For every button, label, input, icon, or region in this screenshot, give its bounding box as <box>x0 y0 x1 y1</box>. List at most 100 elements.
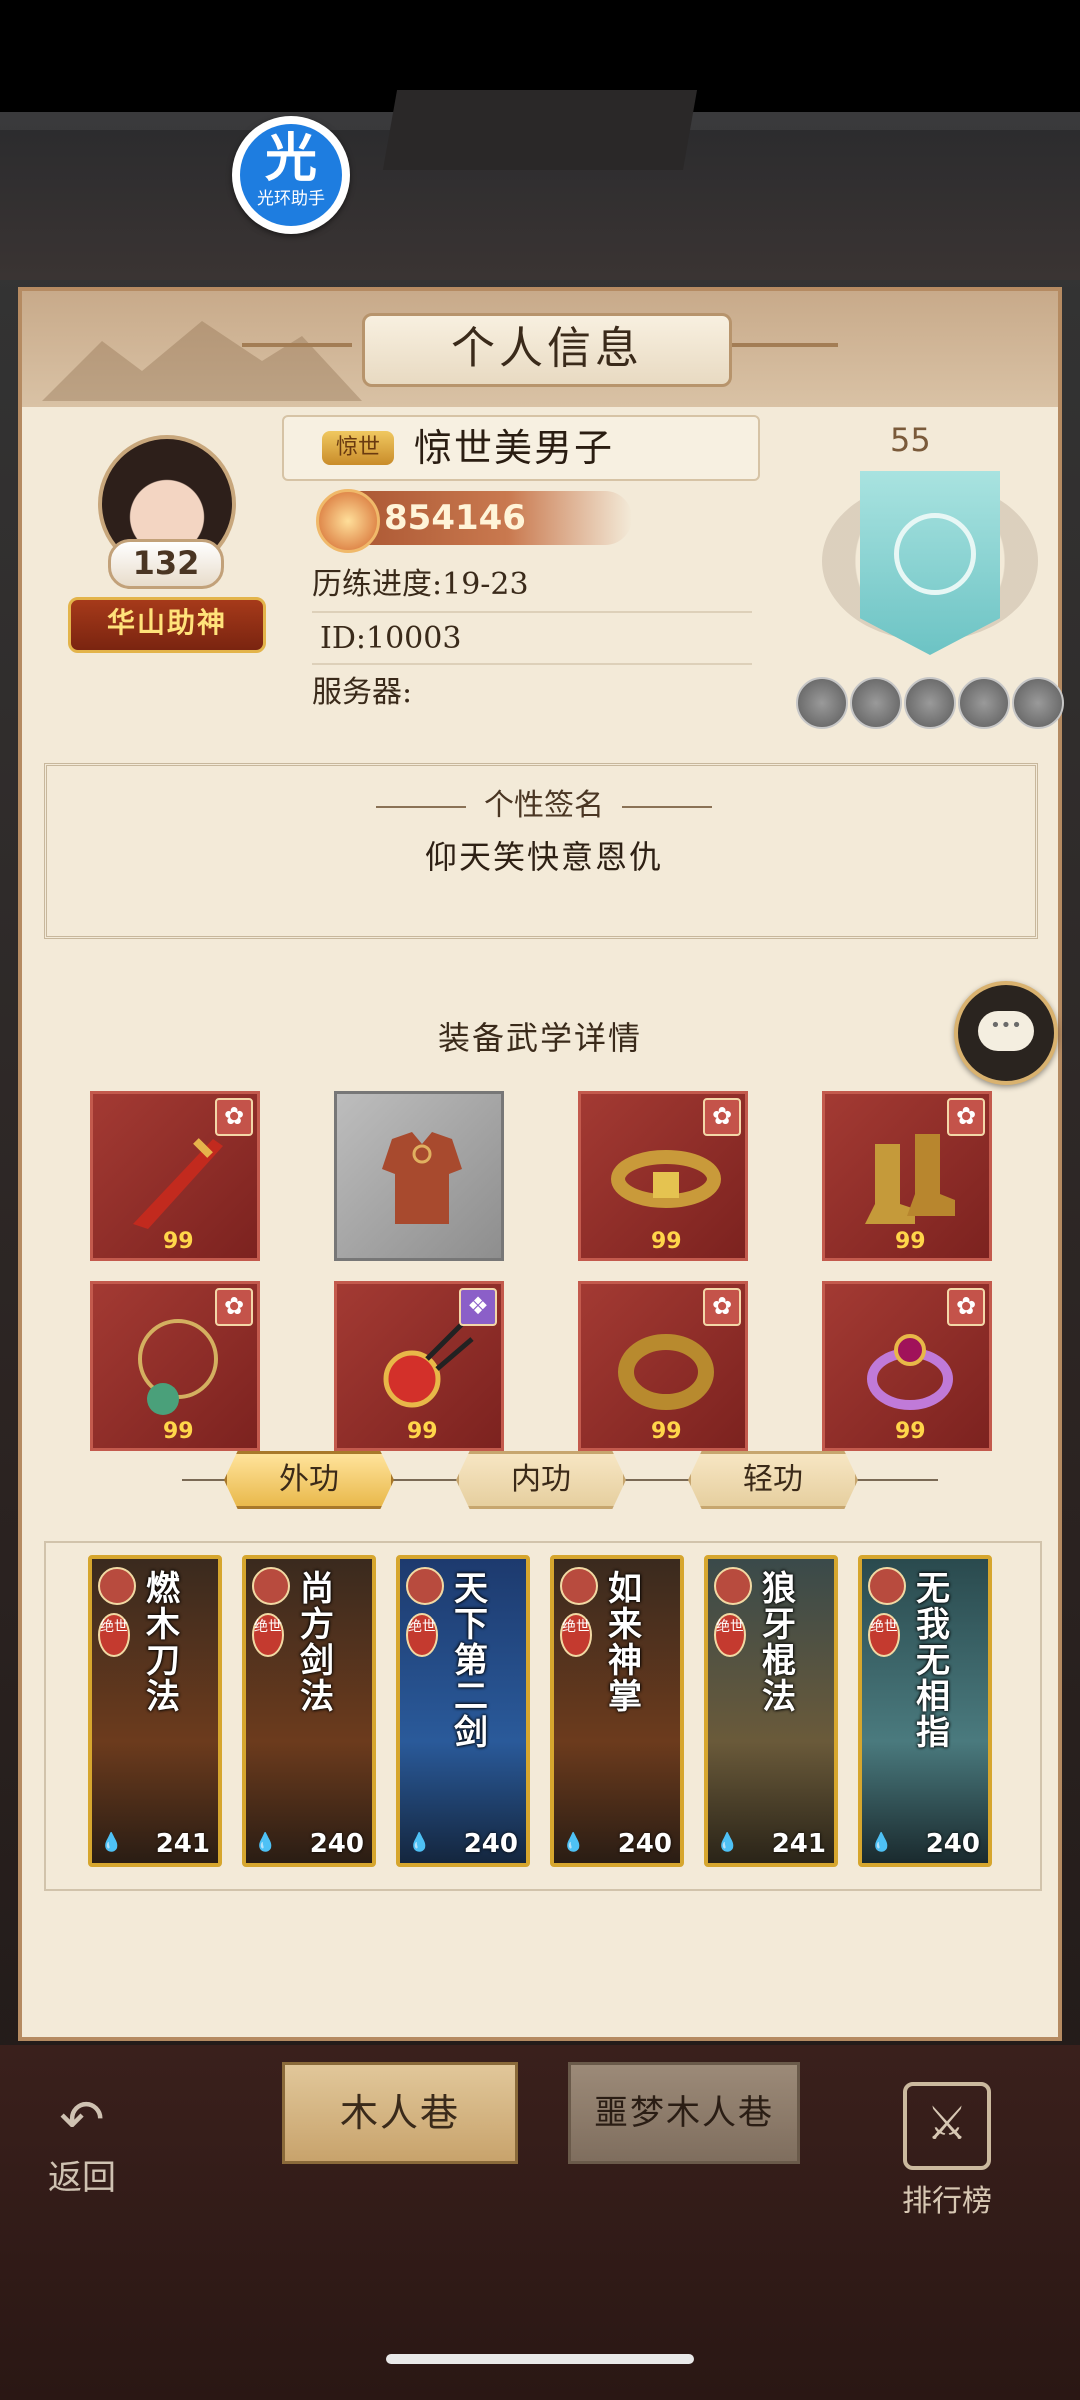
skill-water-icon: 💧 <box>408 1832 431 1853</box>
equip-level: 99 <box>163 1419 194 1444</box>
title-ornament-right <box>728 343 838 347</box>
server-text: 服务器: <box>312 675 413 710</box>
skill-level: 241 <box>771 1829 826 1859</box>
player-level: 132 <box>108 539 224 589</box>
ring-icon <box>867 1334 953 1410</box>
rank-banner: 华山助神 <box>68 597 266 653</box>
skill-grade-tag: 绝世 <box>98 1613 130 1657</box>
roof-decoration <box>0 130 1080 280</box>
skill-card[interactable]: 绝世 如来神掌 💧 240 <box>550 1555 684 1867</box>
equip-level: 99 <box>163 1229 194 1254</box>
skill-card[interactable]: 绝世 天下第二剑 💧 240 <box>396 1555 530 1867</box>
equip-level: 99 <box>651 1419 682 1444</box>
skill-type-icon <box>406 1567 444 1605</box>
tab-neigong[interactable]: 内功 <box>456 1451 626 1509</box>
skill-grade-tag: 绝世 <box>868 1613 900 1657</box>
skill-type-icon <box>868 1567 906 1605</box>
skill-level: 240 <box>309 1829 364 1859</box>
necklace-icon <box>138 1319 218 1415</box>
skill-grade-tag: 绝世 <box>252 1613 284 1657</box>
quality-star-icon: ✿ <box>703 1288 741 1326</box>
wooden-alley-button[interactable]: 木人巷 <box>282 2062 518 2164</box>
skill-title: 尚方剑法 <box>300 1569 334 1717</box>
guild-crest[interactable] <box>812 471 1048 661</box>
nightmare-wooden-alley-button[interactable]: 噩梦木人巷 <box>568 2062 800 2164</box>
equip-slot-armor[interactable] <box>334 1091 504 1261</box>
combat-power: 854146 <box>316 489 632 553</box>
skill-level: 241 <box>155 1829 210 1859</box>
quality-star-icon: ✿ <box>947 1098 985 1136</box>
skill-type-icon <box>252 1567 290 1605</box>
skill-water-icon: 💧 <box>716 1832 739 1853</box>
skill-type-icon <box>714 1567 752 1605</box>
crest-icon-4[interactable] <box>958 677 1010 729</box>
tab-waigong[interactable]: 外功 <box>224 1451 394 1509</box>
skill-grade-tag: 绝世 <box>560 1613 592 1657</box>
back-button[interactable]: ↶ 返回 <box>32 2090 132 2199</box>
skill-card[interactable]: 绝世 尚方剑法 💧 240 <box>242 1555 376 1867</box>
skill-level: 240 <box>617 1829 672 1859</box>
name-title-tag: 惊世 <box>322 431 394 465</box>
quality-star-icon: ✿ <box>215 1098 253 1136</box>
skill-title: 天下第二剑 <box>454 1569 488 1753</box>
equip-slot-hairpin[interactable]: ❖ 99 <box>334 1281 504 1451</box>
skill-title: 无我无相指 <box>916 1569 950 1753</box>
crest-icon-5[interactable] <box>1012 677 1064 729</box>
player-name-box: 惊世 惊世美男子 <box>282 415 760 481</box>
skill-title: 燃木刀法 <box>146 1569 180 1717</box>
equip-slot-ring[interactable]: ✿ 99 <box>822 1281 992 1451</box>
bracelet-icon <box>618 1334 714 1410</box>
equip-slot-weapon[interactable]: ✿ 99 <box>90 1091 260 1261</box>
skill-water-icon: 💧 <box>562 1832 585 1853</box>
tab-qinggong[interactable]: 轻功 <box>688 1451 858 1509</box>
crest-icon-1[interactable] <box>796 677 848 729</box>
player-id: ID:10003 <box>312 613 752 665</box>
crossed-swords-icon: ⚔ <box>903 2082 991 2170</box>
weapon-icon <box>133 1138 223 1229</box>
equip-level: 99 <box>651 1229 682 1254</box>
crest-icon-3[interactable] <box>904 677 956 729</box>
equip-slot-bracelet[interactable]: ✿ 99 <box>578 1281 748 1451</box>
skill-card[interactable]: 绝世 狼牙棍法 💧 241 <box>704 1555 838 1867</box>
equip-level: 99 <box>407 1419 438 1444</box>
skill-water-icon: 💧 <box>254 1832 277 1853</box>
profile-panel: 个人信息 132 华山助神 惊世 惊世美男子 854146 历练进度:19-23… <box>18 287 1064 2041</box>
signature-title: 个性签名 <box>47 780 1041 824</box>
leaderboard-button[interactable]: ⚔ 排行榜 <box>892 2082 1002 2219</box>
progress-text: 历练进度:19-23 <box>312 559 752 613</box>
leaderboard-label: 排行榜 <box>902 2184 992 2219</box>
phoenix-emblem-icon <box>894 513 976 595</box>
equip-slot-necklace[interactable]: ✿ 99 <box>90 1281 260 1451</box>
overlay-badge-glyph: 光 <box>264 129 317 189</box>
crest-icon-row <box>796 677 1064 729</box>
boots-icon <box>865 1134 955 1224</box>
skill-card[interactable]: 绝世 燃木刀法 💧 241 <box>88 1555 222 1867</box>
equip-level: 99 <box>895 1419 926 1444</box>
quality-star-icon: ✿ <box>215 1288 253 1326</box>
skill-level: 240 <box>463 1829 518 1859</box>
equip-slot-boots[interactable]: ✿ 99 <box>822 1091 992 1261</box>
skill-card[interactable]: 绝世 无我无相指 💧 240 <box>858 1555 992 1867</box>
player-name: 惊世美男子 <box>414 426 615 470</box>
overlay-assistant-badge[interactable]: 光 光环助手 <box>232 116 350 234</box>
mountain-decoration <box>42 321 362 401</box>
skill-type-icon <box>98 1567 136 1605</box>
skill-title: 狼牙棍法 <box>762 1569 796 1717</box>
skill-title: 如来神掌 <box>608 1569 642 1717</box>
panel-title: 个人信息 <box>362 313 732 387</box>
hairpin-icon <box>383 1322 474 1408</box>
crest-icon-2[interactable] <box>850 677 902 729</box>
equip-level: 99 <box>895 1229 926 1254</box>
overlay-badge-label: 光环助手 <box>257 189 325 209</box>
crest-number: 55 <box>890 421 931 459</box>
skill-level: 240 <box>925 1829 980 1859</box>
belt-icon <box>611 1150 721 1208</box>
back-label: 返回 <box>48 2158 116 2198</box>
combat-power-value: 854146 <box>384 498 526 538</box>
armor-icon <box>382 1132 462 1224</box>
skill-type-icon <box>560 1567 598 1605</box>
home-indicator[interactable] <box>386 2354 694 2364</box>
quality-star-icon: ✿ <box>947 1288 985 1326</box>
signature-box: 个性签名 仰天笑快意恩仇 <box>44 763 1038 939</box>
equip-slot-belt[interactable]: ✿ 99 <box>578 1091 748 1261</box>
